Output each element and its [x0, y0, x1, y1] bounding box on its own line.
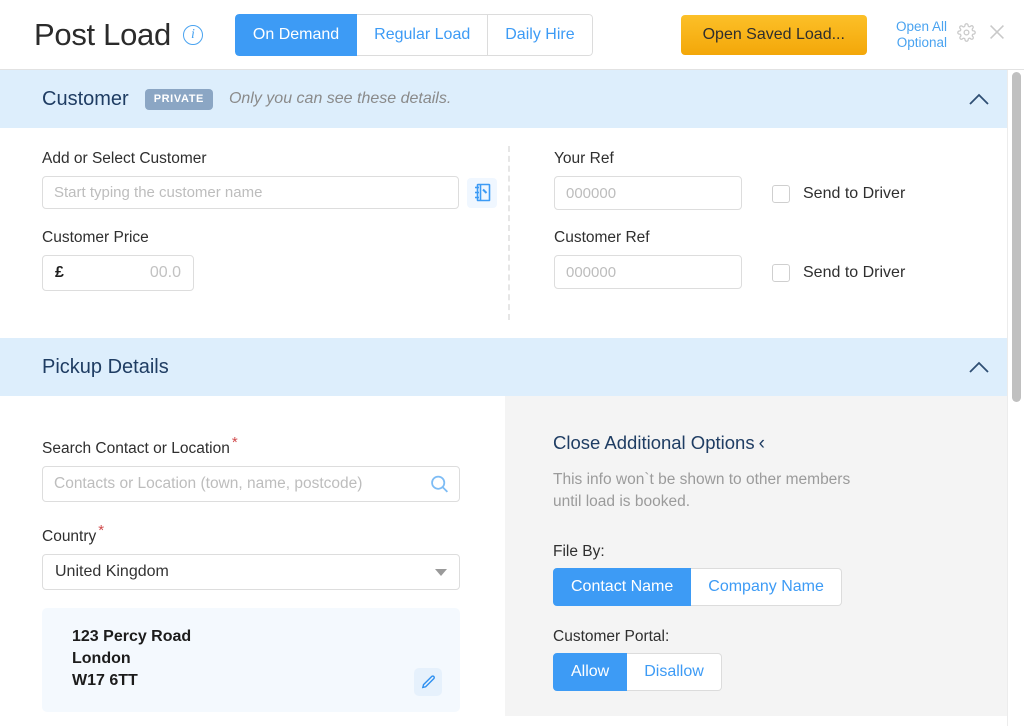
country-label-text: Country	[42, 528, 97, 546]
customer-section-note: Only you can see these details.	[228, 90, 452, 107]
load-type-tabs: On Demand Regular Load Daily Hire	[234, 13, 593, 56]
customer-collapse-icon[interactable]	[968, 92, 990, 106]
search-contact-label-text: Search Contact or Location	[42, 440, 230, 458]
chevron-down-icon	[435, 568, 447, 576]
pickup-right-column: Close Additional Options ‹ This info won`…	[505, 396, 1024, 716]
customer-price-label: Customer Price	[42, 229, 149, 246]
currency-symbol: £	[55, 264, 64, 281]
your-ref-send-to-driver-label: Send to Driver	[803, 185, 906, 202]
customer-portal-label: Customer Portal:	[553, 628, 670, 645]
tab-regular-load[interactable]: Regular Load	[357, 13, 489, 56]
address-card: 123 Percy Road London W17 6TT	[42, 608, 460, 713]
scrollbar-thumb[interactable]	[1012, 72, 1021, 402]
vertical-scrollbar[interactable]	[1008, 70, 1024, 726]
post-load-dialog: Post Load i On Demand Regular Load Daily…	[0, 0, 1024, 726]
tab-on-demand[interactable]: On Demand	[234, 13, 358, 56]
close-icon[interactable]	[986, 21, 1008, 48]
customer-section-title: Customer	[42, 87, 129, 110]
open-saved-load-button[interactable]: Open Saved Load...	[680, 14, 867, 55]
address-book-icon[interactable]	[467, 177, 497, 208]
file-by-label: File By:	[553, 543, 605, 560]
add-customer-label: Add or Select Customer	[42, 150, 207, 167]
address-lines: 123 Percy Road London W17 6TT	[72, 628, 192, 690]
additional-options-helper-text: This info won`t be shown to other member…	[553, 471, 851, 510]
column-divider	[508, 146, 510, 320]
required-marker: *	[231, 434, 238, 451]
header-actions: Open All Optional	[885, 19, 1008, 51]
search-contact-wrap	[42, 466, 460, 503]
tab-daily-hire[interactable]: Daily Hire	[488, 13, 593, 56]
customer-section-header[interactable]: Customer PRIVATE Only you can see these …	[0, 70, 1024, 128]
country-label: Country *	[42, 522, 505, 546]
customer-ref-send-to-driver-label: Send to Driver	[803, 264, 906, 281]
search-contact-input[interactable]	[42, 466, 460, 503]
your-ref-block: Your Ref Send to Driver	[554, 150, 1024, 210]
your-ref-send-to-driver-checkbox[interactable]	[772, 185, 790, 203]
country-select[interactable]: United Kingdom	[42, 554, 460, 591]
customer-portal-disallow[interactable]: Disallow	[627, 653, 722, 691]
pencil-icon[interactable]	[414, 668, 442, 697]
pickup-collapse-icon[interactable]	[968, 360, 990, 374]
customer-ref-send-to-driver-checkbox[interactable]	[772, 264, 790, 282]
customer-name-input[interactable]	[42, 176, 459, 209]
customer-section-body: Add or Select Customer Customer Price	[0, 128, 1024, 338]
file-by-toggle-group: Contact Name Company Name	[553, 568, 842, 606]
customer-ref-input[interactable]	[554, 255, 742, 289]
country-selected-value: United Kingdom	[55, 563, 169, 581]
customer-ref-send-to-driver-row: Send to Driver	[772, 264, 905, 289]
customer-portal-allow[interactable]: Allow	[553, 653, 628, 691]
country-select-wrap: United Kingdom	[42, 554, 460, 591]
dialog-header: Post Load i On Demand Regular Load Daily…	[0, 0, 1024, 70]
customer-right-column: Your Ref Send to Driver Customer Ref Sen…	[508, 150, 1024, 312]
customer-price-value: 00.0	[149, 264, 181, 281]
search-icon[interactable]	[429, 474, 450, 495]
page-title: Post Load	[34, 16, 171, 52]
your-ref-input[interactable]	[554, 176, 742, 210]
customer-portal-toggle-group: Allow Disallow	[553, 653, 722, 691]
your-ref-send-to-driver-row: Send to Driver	[772, 185, 905, 210]
close-additional-options-toggle[interactable]: Close Additional Options ‹	[553, 432, 1024, 455]
your-ref-label: Your Ref	[554, 150, 614, 167]
search-contact-label: Search Contact or Location *	[42, 434, 505, 458]
gear-icon[interactable]	[957, 22, 976, 47]
customer-ref-label: Customer Ref	[554, 229, 650, 246]
file-by-contact-name[interactable]: Contact Name	[553, 568, 692, 606]
private-badge: PRIVATE	[144, 88, 213, 110]
pickup-left-column: Search Contact or Location* Country* Uni…	[0, 396, 505, 716]
file-by-company-name[interactable]: Company Name	[691, 568, 842, 606]
pickup-section-title: Pickup Details	[42, 355, 169, 378]
close-additional-options-label: Close Additional Options	[553, 432, 755, 453]
customer-ref-block: Customer Ref Send to Driver	[554, 229, 1024, 289]
customer-price-field[interactable]: £ 00.0	[42, 255, 194, 291]
pickup-section-body: Search Contact or Location* Country* Uni…	[0, 396, 1024, 716]
add-customer-row	[42, 176, 508, 209]
pickup-section-header[interactable]: Pickup Details	[0, 338, 1024, 396]
open-all-optional-link[interactable]: Open All Optional	[885, 19, 947, 51]
country-required-marker: *	[98, 522, 105, 540]
info-icon[interactable]: i	[182, 24, 203, 45]
chevron-left-icon: ‹	[758, 433, 765, 454]
customer-left-column: Add or Select Customer Customer Price	[0, 150, 508, 312]
